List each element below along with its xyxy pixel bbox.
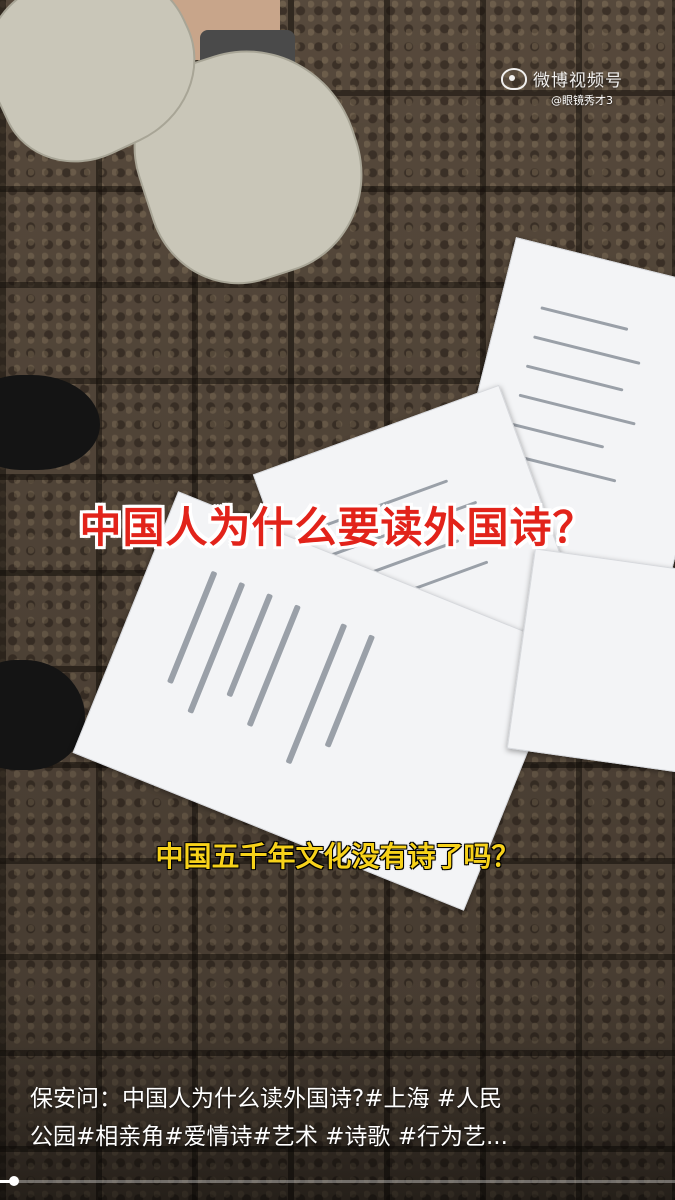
subtitle-caption: 中国五千年文化没有诗了吗？	[155, 840, 520, 873]
watermark-handle: @眼镜秀才3	[551, 94, 613, 107]
progress-bar[interactable]	[0, 1176, 675, 1186]
description-line-2: 公园#相亲角#爱情诗#艺术 #诗歌 #行为艺...	[30, 1124, 508, 1150]
progress-handle[interactable]	[8, 1176, 19, 1186]
weibo-logo-icon	[501, 67, 527, 90]
video-description[interactable]: 保安问：中国人为什么读外国诗?#上海 #人民 公园#相亲角#爱情诗#艺术 #诗歌…	[30, 1080, 651, 1156]
paper-sheet-far-right	[506, 548, 675, 774]
watermark-brand: 微博视频号	[533, 71, 623, 91]
description-line-1: 保安问：中国人为什么读外国诗?#上海 #人民	[30, 1086, 503, 1112]
video-frame[interactable]	[0, 0, 675, 1200]
title-caption: 中国人为什么要读外国诗？	[79, 503, 596, 552]
watermark: 微博视频号	[501, 66, 623, 91]
